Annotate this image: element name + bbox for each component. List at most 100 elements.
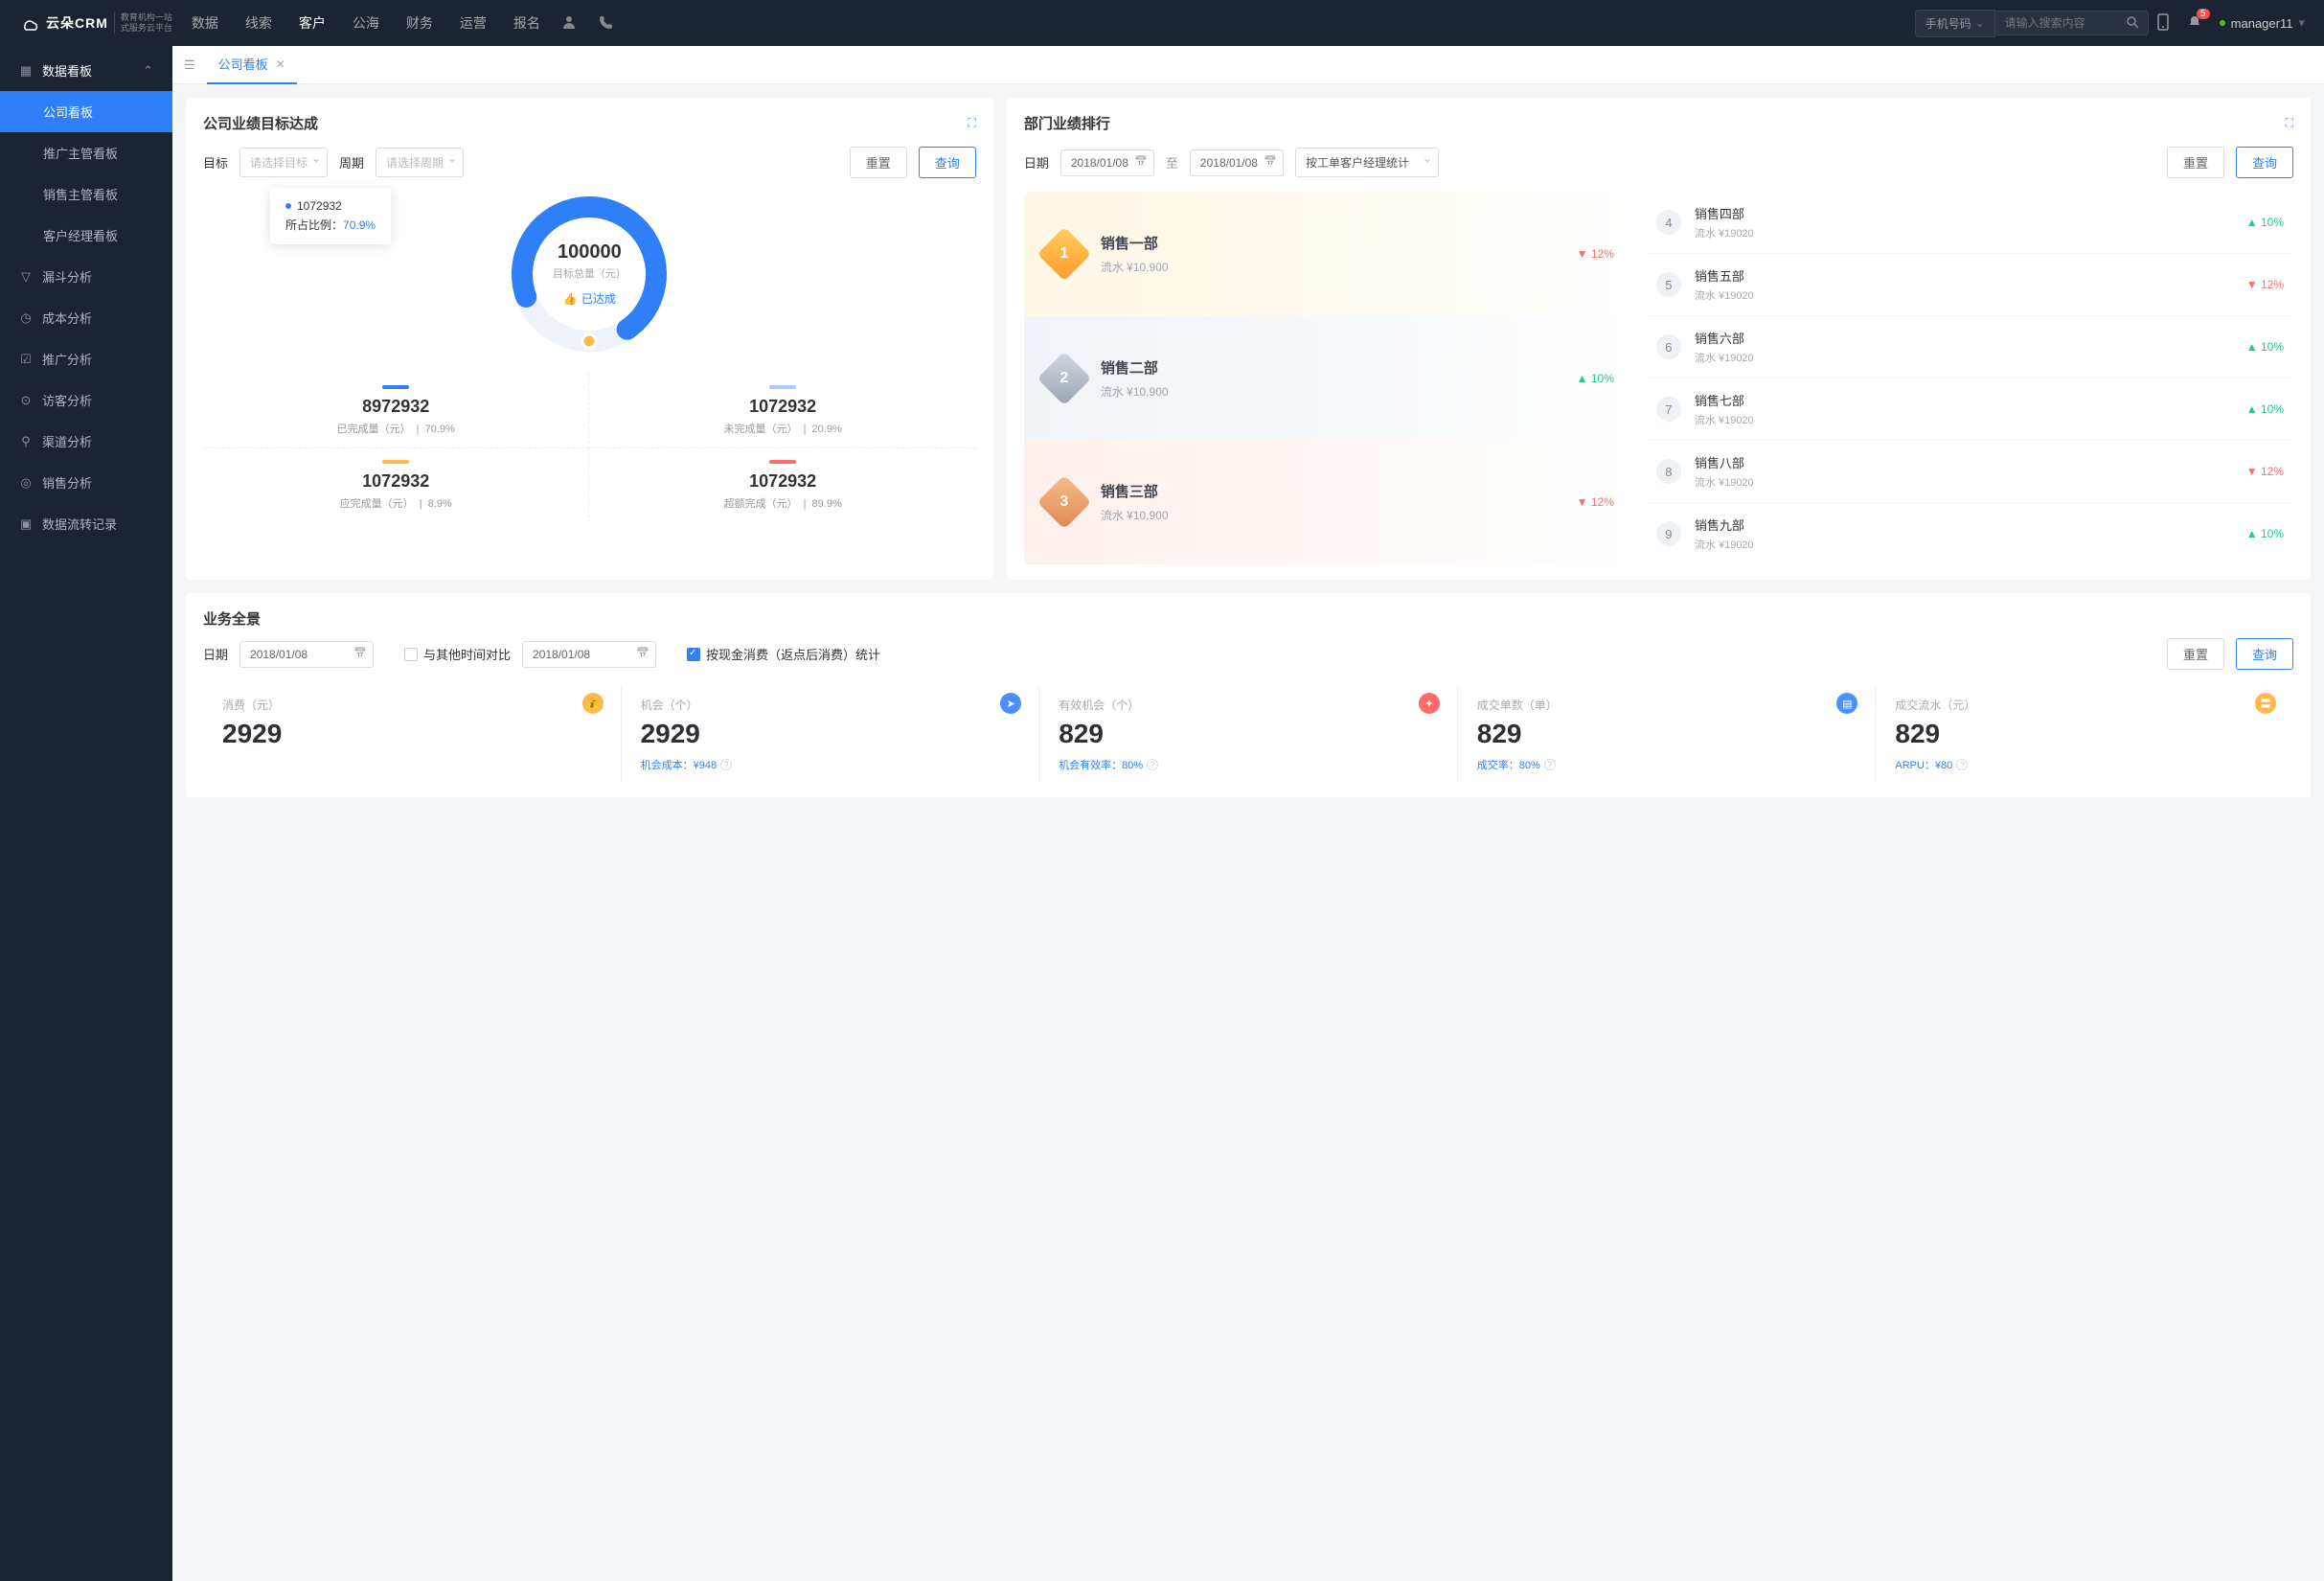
mobile-icon[interactable] (2156, 13, 2170, 34)
top-nav: 数据 线索 客户 公海 财务 运营 报名 (192, 13, 540, 33)
rank-card: 部门业绩排行 ⛶ 日期 2018/01/08 至 2018/01/08 按工单客… (1007, 98, 2311, 580)
rank-reset-button[interactable]: 重置 (2167, 147, 2224, 178)
compare-checkbox-wrap[interactable]: 与其他时间对比 (404, 645, 511, 663)
thumbs-up-icon: 👍 (563, 292, 578, 306)
sidebar-icon: ⚲ (19, 434, 33, 449)
goal-title: 公司业绩目标达成 (203, 113, 318, 133)
cloud-icon (19, 14, 40, 32)
nav-item-0[interactable]: 数据 (192, 13, 218, 33)
sidebar-icon: ▣ (19, 516, 33, 532)
sidebar-item-3[interactable]: ⊙访客分析 (0, 379, 172, 421)
rank-title: 部门业绩排行 (1024, 113, 1110, 133)
sidebar-icon: ☑ (19, 352, 33, 367)
ov-date2[interactable]: 2018/01/08 (522, 641, 656, 668)
rank-query-button[interactable]: 查询 (2236, 147, 2293, 178)
overview-metric-1: ➤机会（个）2929机会成本：¥948? (622, 687, 1040, 782)
rank-row-9: 9销售九部流水 ¥19020▲ 10% (1647, 503, 2293, 564)
donut-total: 100000 (558, 241, 622, 264)
medal-1-icon: 1 (1043, 233, 1085, 275)
sidebar-icon: ◎ (19, 475, 33, 491)
overview-metric-4: 〓成交流水（元）829ARPU：¥80? (1876, 687, 2293, 782)
sidebar-item-1[interactable]: ◷成本分析 (0, 297, 172, 338)
help-icon[interactable]: ? (1544, 759, 1556, 770)
donut-chart: 100000 目标总量（元） 👍 已达成 (503, 188, 675, 360)
tab-close-icon[interactable]: ✕ (276, 57, 285, 71)
overview-metric-3: ▤成交单数（单）829成交率：80%? (1458, 687, 1877, 782)
metric-icon: 〓 (2255, 693, 2276, 714)
ov-date1[interactable]: 2018/01/08 (239, 641, 374, 668)
search-icon[interactable] (2126, 15, 2139, 32)
expand-icon[interactable]: ⛶ (968, 116, 975, 130)
rank-row-5: 5销售五部流水 ¥19020▼ 12% (1647, 254, 2293, 316)
tabbar: ☰ 公司看板 ✕ (172, 46, 2324, 84)
nav-item-4[interactable]: 财务 (406, 13, 433, 33)
achieved-badge: 👍 已达成 (563, 290, 616, 307)
period-select[interactable]: 请选择周期 (376, 148, 464, 177)
stat-checkbox-wrap[interactable]: 按现金消费（返点后消费）统计 (687, 645, 880, 663)
tab-collapse-icon[interactable]: ☰ (184, 57, 195, 73)
search-prefix-select[interactable]: 手机号码⌄ (1915, 10, 1995, 37)
medal-2-icon: 2 (1043, 357, 1085, 400)
metric-icon: ✦ (1419, 693, 1440, 714)
rank-group-select[interactable]: 按工单客户经理统计 (1295, 148, 1439, 177)
help-icon[interactable]: ? (1147, 759, 1158, 770)
overview-title: 业务全景 (203, 608, 261, 629)
sidebar-item-5[interactable]: ◎销售分析 (0, 462, 172, 503)
compare-checkbox[interactable] (404, 648, 418, 661)
nav-item-2[interactable]: 客户 (299, 13, 326, 33)
sidebar-item-2[interactable]: ☑推广分析 (0, 338, 172, 379)
top-header: 云朵CRM 教育机构一站式服务云平台 数据线索客户公海财务运营报名 手机号码⌄ … (0, 0, 2324, 46)
dashboard-icon: ▦ (19, 63, 33, 79)
rank-row-8: 8销售八部流水 ¥19020▼ 12% (1647, 441, 2293, 503)
rank-row-4: 4销售四部流水 ¥19020▲ 10% (1647, 192, 2293, 254)
sidebar-group-dashboard[interactable]: ▦数据看板 ⌃ (0, 50, 172, 91)
nav-item-5[interactable]: 运营 (460, 13, 487, 33)
overview-card: 业务全景 日期 2018/01/08 与其他时间对比 2018/01/08 按现… (186, 593, 2311, 797)
sidebar-sub-0[interactable]: 公司看板 (0, 91, 172, 132)
sidebar-sub-1[interactable]: 推广主管看板 (0, 132, 172, 173)
sidebar-sub-3[interactable]: 客户经理看板 (0, 215, 172, 256)
user-menu[interactable]: manager11 ▾ (2220, 15, 2305, 31)
target-label: 目标 (203, 153, 228, 172)
goal-stat-1: 1072932未完成量（元） | 20.9% (589, 374, 975, 448)
rank-date-label: 日期 (1024, 153, 1049, 172)
rank-date-from[interactable]: 2018/01/08 (1060, 149, 1154, 176)
nav-item-3[interactable]: 公海 (353, 13, 379, 33)
ov-query-button[interactable]: 查询 (2236, 638, 2293, 670)
search-wrap: 手机号码⌄ (1915, 10, 2139, 37)
user-icon[interactable] (561, 14, 577, 33)
nav-item-6[interactable]: 报名 (513, 13, 540, 33)
chevron-up-icon: ⌃ (143, 63, 153, 79)
sidebar-sub-2[interactable]: 销售主管看板 (0, 173, 172, 215)
ov-reset-button[interactable]: 重置 (2167, 638, 2224, 670)
tab-company-board[interactable]: 公司看板 ✕ (207, 46, 297, 84)
sidebar-item-6[interactable]: ▣数据流转记录 (0, 503, 172, 544)
rank-date-to[interactable]: 2018/01/08 (1190, 149, 1284, 176)
goal-stat-2: 1072932应完成量（元） | 8.9% (203, 448, 589, 522)
status-dot (2220, 20, 2225, 26)
help-icon[interactable]: ? (720, 759, 732, 770)
help-icon[interactable]: ? (1956, 759, 1968, 770)
ov-date-label: 日期 (203, 645, 228, 663)
sidebar-item-4[interactable]: ⚲渠道分析 (0, 421, 172, 462)
sidebar-item-0[interactable]: ▽漏斗分析 (0, 256, 172, 297)
goal-reset-button[interactable]: 重置 (850, 147, 907, 178)
donut-total-label: 目标总量（元） (553, 265, 627, 281)
nav-item-1[interactable]: 线索 (245, 13, 272, 33)
medal-3-icon: 3 (1043, 481, 1085, 523)
chart-tooltip: 1072932 所占比例：70.9% (270, 188, 391, 244)
target-select[interactable]: 请选择目标 (239, 148, 328, 177)
goal-query-button[interactable]: 查询 (919, 147, 976, 178)
bell-icon[interactable]: 5 (2187, 14, 2202, 33)
rank-top-3: 3销售三部流水 ¥10,900▼ 12% (1024, 440, 1633, 564)
sidebar: ▦数据看板 ⌃ 公司看板推广主管看板销售主管看板客户经理看板 ▽漏斗分析◷成本分… (0, 46, 172, 1581)
sidebar-icon: ◷ (19, 310, 33, 326)
stat-checkbox[interactable] (687, 648, 700, 661)
phone-icon[interactable] (598, 14, 613, 33)
metric-icon: 💰 (582, 693, 604, 714)
brand-text: 云朵CRM (46, 13, 108, 33)
expand-icon[interactable]: ⛶ (2286, 116, 2293, 130)
brand-subtitle: 教育机构一站式服务云平台 (114, 12, 172, 34)
goal-stat-3: 1072932超额完成（元） | 89.9% (589, 448, 975, 522)
sidebar-icon: ▽ (19, 269, 33, 285)
